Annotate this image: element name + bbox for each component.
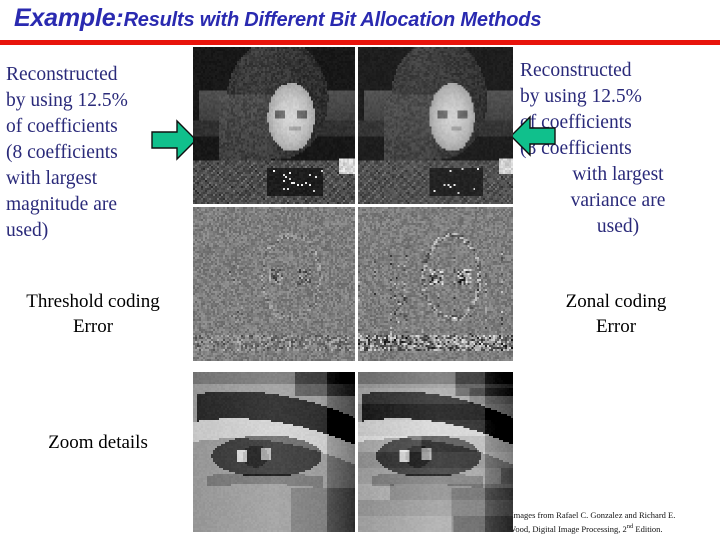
attribution-line-1: (Images from Rafael C. Gonzalez and Rich…	[508, 510, 676, 520]
page-title-sub: Results with Different Bit Allocation Me…	[123, 9, 542, 31]
zoom-detail-threshold-image	[193, 372, 355, 532]
right-description-line: used)	[596, 216, 640, 237]
right-caption: Zonal coding Error	[518, 289, 714, 339]
arrow-right-icon	[150, 118, 198, 162]
page-title: Example:Results with Different Bit Alloc…	[14, 4, 541, 33]
left-description-line: by using 12.5%	[6, 90, 128, 111]
error-zonal-image	[358, 207, 513, 361]
left-description-line: magnitude are	[6, 194, 117, 215]
left-description-line: Reconstructed	[6, 64, 118, 85]
right-description-line: Reconstructed	[520, 60, 632, 81]
error-threshold-image	[193, 207, 355, 361]
arrow-left-icon	[508, 113, 558, 159]
title-divider-rule	[0, 40, 720, 45]
left-caption: Threshold coding Error	[0, 289, 186, 339]
left-description-line: used)	[6, 220, 49, 241]
attribution-line-2-post: Edition.	[633, 523, 663, 534]
left-caption-line: Error	[72, 316, 114, 337]
left-description-line: with largest	[6, 168, 98, 189]
attribution-line-2-pre: Wood, Digital Image Processing, 2	[508, 523, 627, 534]
right-caption-line: Zonal coding	[565, 291, 667, 312]
title-bar: Example:Results with Different Bit Alloc…	[0, 0, 720, 46]
right-description-line: with largest	[572, 164, 664, 185]
zoom-details-label: Zoom details	[48, 432, 148, 453]
right-description-line: variance are	[570, 190, 666, 211]
slide-root: Example:Results with Different Bit Alloc…	[0, 0, 720, 540]
reconstructed-threshold-image	[193, 47, 355, 204]
reconstructed-zonal-image	[358, 47, 513, 204]
right-caption-line: Error	[595, 316, 637, 337]
attribution-note: (Images from Rafael C. Gonzalez and Rich…	[508, 510, 720, 535]
zoom-detail-zonal-image	[358, 372, 513, 532]
page-title-main: Example:	[14, 4, 124, 32]
attribution-line-2: Wood, Digital Image Processing, 2nd Edit…	[508, 521, 720, 535]
left-caption-line: Threshold coding	[26, 291, 160, 312]
right-description-line: by using 12.5%	[520, 86, 642, 107]
